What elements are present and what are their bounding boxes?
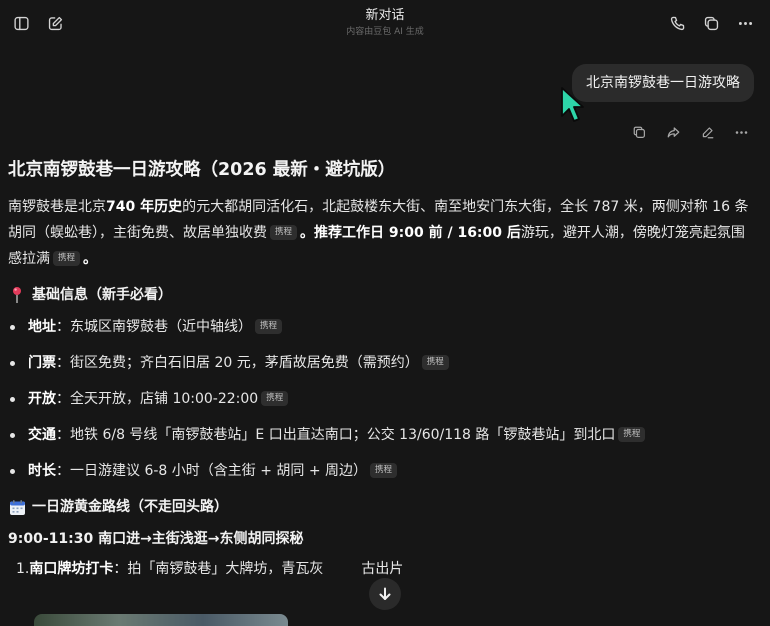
source-tag[interactable]: 携程 — [618, 426, 646, 442]
route-steps: 1.南口牌坊打卡：拍「南锣鼓巷」大牌坊，青瓦灰 古出片 — [8, 558, 753, 580]
edit-icon[interactable] — [696, 122, 718, 142]
source-tag[interactable]: 携程 — [261, 390, 289, 406]
page-title: 新对话 — [365, 8, 405, 23]
source-tag[interactable]: 携程 — [255, 318, 283, 334]
route-heading: 一日游黄金路线（不走回头路） — [8, 496, 753, 518]
pin-icon — [8, 286, 26, 304]
mouse-cursor-icon — [561, 87, 584, 122]
source-tag[interactable]: 携程 — [53, 250, 81, 266]
top-bar: 新对话 内容由豆包 AI 生成 — [0, 0, 770, 46]
list-item: 开放：全天开放，店铺 10:00-22:00 携程 — [8, 388, 753, 410]
photo-thumbnail[interactable] — [34, 614, 288, 626]
source-tag[interactable]: 携程 — [270, 224, 298, 240]
copy-icon[interactable] — [628, 122, 650, 142]
step-label: 南口牌坊打卡 — [29, 561, 114, 577]
share-copy-icon[interactable] — [700, 12, 722, 34]
item-label: 时长 — [28, 463, 56, 479]
intro-text: 南锣鼓巷是北京 — [8, 199, 106, 215]
item-text: ：地铁 6/8 号线「南锣鼓巷站」E 口出直达南口；公交 13/60/118 路… — [56, 427, 616, 443]
calendar-icon — [8, 498, 26, 516]
section-heading-text: 一日游黄金路线（不走回头路） — [32, 499, 228, 515]
intro-bold: 。推荐工作日 9:00 前 / 16:00 后 — [300, 225, 521, 241]
arrow-down-icon — [379, 587, 391, 600]
share-icon[interactable] — [662, 122, 684, 142]
phone-call-icon[interactable] — [666, 12, 688, 34]
step-text: 古出片 — [361, 561, 404, 577]
item-text: ：街区免费；齐白石旧居 20 元，茅盾故居免费（需预约） — [56, 355, 419, 371]
basic-info-heading: 基础信息（新手必看） — [8, 284, 753, 306]
assistant-answer: 北京南锣鼓巷一日游攻略（2026 最新・避坑版） 南锣鼓巷是北京740 年历史的… — [8, 156, 753, 580]
item-label: 开放 — [28, 391, 56, 407]
more-options-icon[interactable] — [730, 122, 752, 142]
list-item: 门票：街区免费；齐白石旧居 20 元，茅盾故居免费（需预约） 携程 — [8, 352, 753, 374]
item-text: ：东城区南锣鼓巷（近中轴线） — [56, 319, 252, 335]
message-actions — [628, 122, 752, 142]
answer-title: 北京南锣鼓巷一日游攻略（2026 最新・避坑版） — [8, 160, 396, 180]
time-slot-heading: 9:00-11:30 南口进→主街浅逛→东侧胡同探秘 — [8, 531, 304, 547]
item-label: 交通 — [28, 427, 56, 443]
item-text: ：一日游建议 6-8 小时（含主街 + 胡同 + 周边） — [56, 463, 368, 479]
section-heading-text: 基础信息（新手必看） — [32, 287, 172, 303]
list-item: 时长：一日游建议 6-8 小时（含主街 + 胡同 + 周边） 携程 — [8, 460, 753, 482]
header-title-group: 新对话 内容由豆包 AI 生成 — [0, 7, 770, 39]
user-message-bubble: 北京南锣鼓巷一日游攻略 — [572, 64, 754, 102]
step-text: ：拍「南锣鼓巷」大牌坊，青瓦灰 — [113, 561, 324, 577]
basic-info-list: 地址：东城区南锣鼓巷（近中轴线） 携程 门票：街区免费；齐白石旧居 20 元，茅盾… — [8, 316, 753, 482]
intro-bold: 。 — [83, 251, 98, 267]
item-text: ：全天开放，店铺 10:00-22:00 — [56, 391, 259, 407]
chat-page: 新对话 内容由豆包 AI 生成 北京南锣鼓巷一日游攻略 北京南锣鼓巷一日游攻略（… — [0, 0, 770, 626]
intro-bold: 740 年历史 — [106, 199, 183, 215]
item-label: 地址 — [28, 319, 56, 335]
item-label: 门票 — [28, 355, 56, 371]
scroll-to-bottom-button[interactable] — [369, 578, 401, 610]
source-tag[interactable]: 携程 — [370, 462, 398, 478]
source-tag[interactable]: 携程 — [421, 354, 449, 370]
more-menu-icon[interactable] — [734, 12, 756, 34]
ai-disclaimer: 内容由豆包 AI 生成 — [346, 27, 424, 37]
list-item: 1.南口牌坊打卡：拍「南锣鼓巷」大牌坊，青瓦灰 古出片 — [8, 558, 753, 580]
list-item: 地址：东城区南锣鼓巷（近中轴线） 携程 — [8, 316, 753, 338]
intro-paragraph: 南锣鼓巷是北京740 年历史的元大都胡同活化石，北起鼓楼东大街、南至地安门东大街… — [8, 194, 753, 272]
step-number: 1. — [16, 561, 30, 577]
list-item: 交通：地铁 6/8 号线「南锣鼓巷站」E 口出直达南口；公交 13/60/118… — [8, 424, 753, 446]
